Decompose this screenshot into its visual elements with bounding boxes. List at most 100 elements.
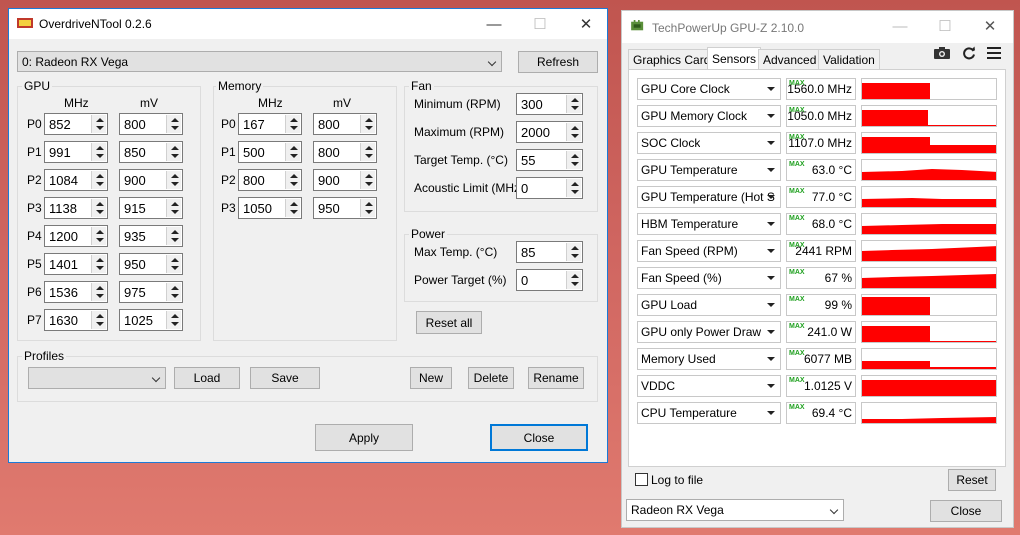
- sensor-name-select[interactable]: GPU only Power Draw: [637, 321, 781, 343]
- up-arrow-icon[interactable]: [96, 174, 104, 178]
- down-arrow-icon[interactable]: [290, 182, 298, 186]
- sensor-name-select[interactable]: GPU Temperature: [637, 159, 781, 181]
- down-arrow-icon[interactable]: [96, 154, 104, 158]
- down-arrow-icon[interactable]: [171, 154, 179, 158]
- spin-buttons[interactable]: [285, 115, 300, 133]
- memory-mhz-input[interactable]: 800: [238, 169, 302, 191]
- up-arrow-icon[interactable]: [96, 118, 104, 122]
- spin-buttons[interactable]: [166, 143, 181, 161]
- gpu-mhz-input[interactable]: 1630: [44, 309, 108, 331]
- up-arrow-icon[interactable]: [571, 182, 579, 186]
- memory-mv-input[interactable]: 800: [313, 141, 377, 163]
- down-arrow-icon[interactable]: [96, 266, 104, 270]
- memory-mhz-input[interactable]: 500: [238, 141, 302, 163]
- spin-buttons[interactable]: [360, 143, 375, 161]
- spin-buttons[interactable]: [166, 283, 181, 301]
- gpu-mv-input[interactable]: 850: [119, 141, 183, 163]
- down-arrow-icon[interactable]: [571, 134, 579, 138]
- fan-setting-input[interactable]: 300: [516, 93, 583, 115]
- gpu-mv-input[interactable]: 935: [119, 225, 183, 247]
- gpu-mv-input[interactable]: 975: [119, 281, 183, 303]
- up-arrow-icon[interactable]: [290, 146, 298, 150]
- down-arrow-icon[interactable]: [96, 238, 104, 242]
- minimize-icon[interactable]: —: [471, 9, 517, 39]
- spin-buttons[interactable]: [566, 271, 581, 289]
- down-arrow-icon[interactable]: [571, 106, 579, 110]
- close-icon[interactable]: ✕: [563, 9, 609, 39]
- up-arrow-icon[interactable]: [571, 246, 579, 250]
- down-arrow-icon[interactable]: [96, 126, 104, 130]
- down-arrow-icon[interactable]: [365, 182, 373, 186]
- spin-buttons[interactable]: [360, 171, 375, 189]
- apply-button[interactable]: Apply: [315, 424, 413, 451]
- up-arrow-icon[interactable]: [365, 146, 373, 150]
- spin-buttons[interactable]: [91, 311, 106, 329]
- up-arrow-icon[interactable]: [96, 202, 104, 206]
- sensor-name-select[interactable]: Memory Used: [637, 348, 781, 370]
- gpu-mhz-input[interactable]: 991: [44, 141, 108, 163]
- up-arrow-icon[interactable]: [171, 314, 179, 318]
- spin-buttons[interactable]: [166, 171, 181, 189]
- spin-buttons[interactable]: [285, 143, 300, 161]
- gpu-mhz-input[interactable]: 1401: [44, 253, 108, 275]
- memory-mv-input[interactable]: 800: [313, 113, 377, 135]
- power-setting-input[interactable]: 85: [516, 241, 583, 263]
- up-arrow-icon[interactable]: [290, 174, 298, 178]
- down-arrow-icon[interactable]: [365, 126, 373, 130]
- camera-icon[interactable]: [934, 46, 950, 59]
- down-arrow-icon[interactable]: [171, 322, 179, 326]
- spin-buttons[interactable]: [166, 255, 181, 273]
- fan-setting-input[interactable]: 0: [516, 177, 583, 199]
- down-arrow-icon[interactable]: [96, 294, 104, 298]
- spin-buttons[interactable]: [566, 151, 581, 169]
- spin-buttons[interactable]: [566, 243, 581, 261]
- down-arrow-icon[interactable]: [290, 154, 298, 158]
- up-arrow-icon[interactable]: [571, 274, 579, 278]
- gpuz-close-button[interactable]: Close: [930, 500, 1002, 522]
- down-arrow-icon[interactable]: [290, 210, 298, 214]
- memory-mhz-input[interactable]: 1050: [238, 197, 302, 219]
- spin-buttons[interactable]: [91, 255, 106, 273]
- down-arrow-icon[interactable]: [571, 162, 579, 166]
- sensor-name-select[interactable]: Fan Speed (RPM): [637, 240, 781, 262]
- spin-buttons[interactable]: [166, 115, 181, 133]
- down-arrow-icon[interactable]: [171, 126, 179, 130]
- up-arrow-icon[interactable]: [96, 314, 104, 318]
- up-arrow-icon[interactable]: [96, 286, 104, 290]
- spin-buttons[interactable]: [566, 179, 581, 197]
- memory-mhz-input[interactable]: 167: [238, 113, 302, 135]
- gpuz-close-icon[interactable]: ✕: [967, 11, 1013, 41]
- up-arrow-icon[interactable]: [365, 202, 373, 206]
- memory-mv-input[interactable]: 950: [313, 197, 377, 219]
- refresh-icon[interactable]: [962, 46, 976, 60]
- down-arrow-icon[interactable]: [171, 182, 179, 186]
- fan-setting-input[interactable]: 2000: [516, 121, 583, 143]
- gpu-mv-input[interactable]: 900: [119, 169, 183, 191]
- sensor-name-select[interactable]: VDDC: [637, 375, 781, 397]
- spin-buttons[interactable]: [91, 283, 106, 301]
- power-setting-input[interactable]: 0: [516, 269, 583, 291]
- fan-setting-input[interactable]: 55: [516, 149, 583, 171]
- sensor-name-select[interactable]: GPU Memory Clock: [637, 105, 781, 127]
- profile-select[interactable]: [28, 367, 166, 389]
- up-arrow-icon[interactable]: [365, 118, 373, 122]
- up-arrow-icon[interactable]: [96, 258, 104, 262]
- tab-validation[interactable]: Validation: [818, 49, 880, 69]
- gpu-mhz-input[interactable]: 1084: [44, 169, 108, 191]
- sensor-name-select[interactable]: CPU Temperature: [637, 402, 781, 424]
- log-to-file-checkbox[interactable]: [635, 473, 648, 486]
- spin-buttons[interactable]: [285, 199, 300, 217]
- up-arrow-icon[interactable]: [171, 118, 179, 122]
- up-arrow-icon[interactable]: [171, 174, 179, 178]
- up-arrow-icon[interactable]: [571, 154, 579, 158]
- tab-sensors[interactable]: Sensors: [707, 47, 762, 69]
- gpu-mhz-input[interactable]: 1138: [44, 197, 108, 219]
- gpuz-reset-button[interactable]: Reset: [948, 469, 996, 491]
- memory-mv-input[interactable]: 900: [313, 169, 377, 191]
- spin-buttons[interactable]: [91, 199, 106, 217]
- rename-profile-button[interactable]: Rename: [528, 367, 584, 389]
- spin-buttons[interactable]: [360, 115, 375, 133]
- sensor-name-select[interactable]: Fan Speed (%): [637, 267, 781, 289]
- down-arrow-icon[interactable]: [171, 210, 179, 214]
- down-arrow-icon[interactable]: [171, 294, 179, 298]
